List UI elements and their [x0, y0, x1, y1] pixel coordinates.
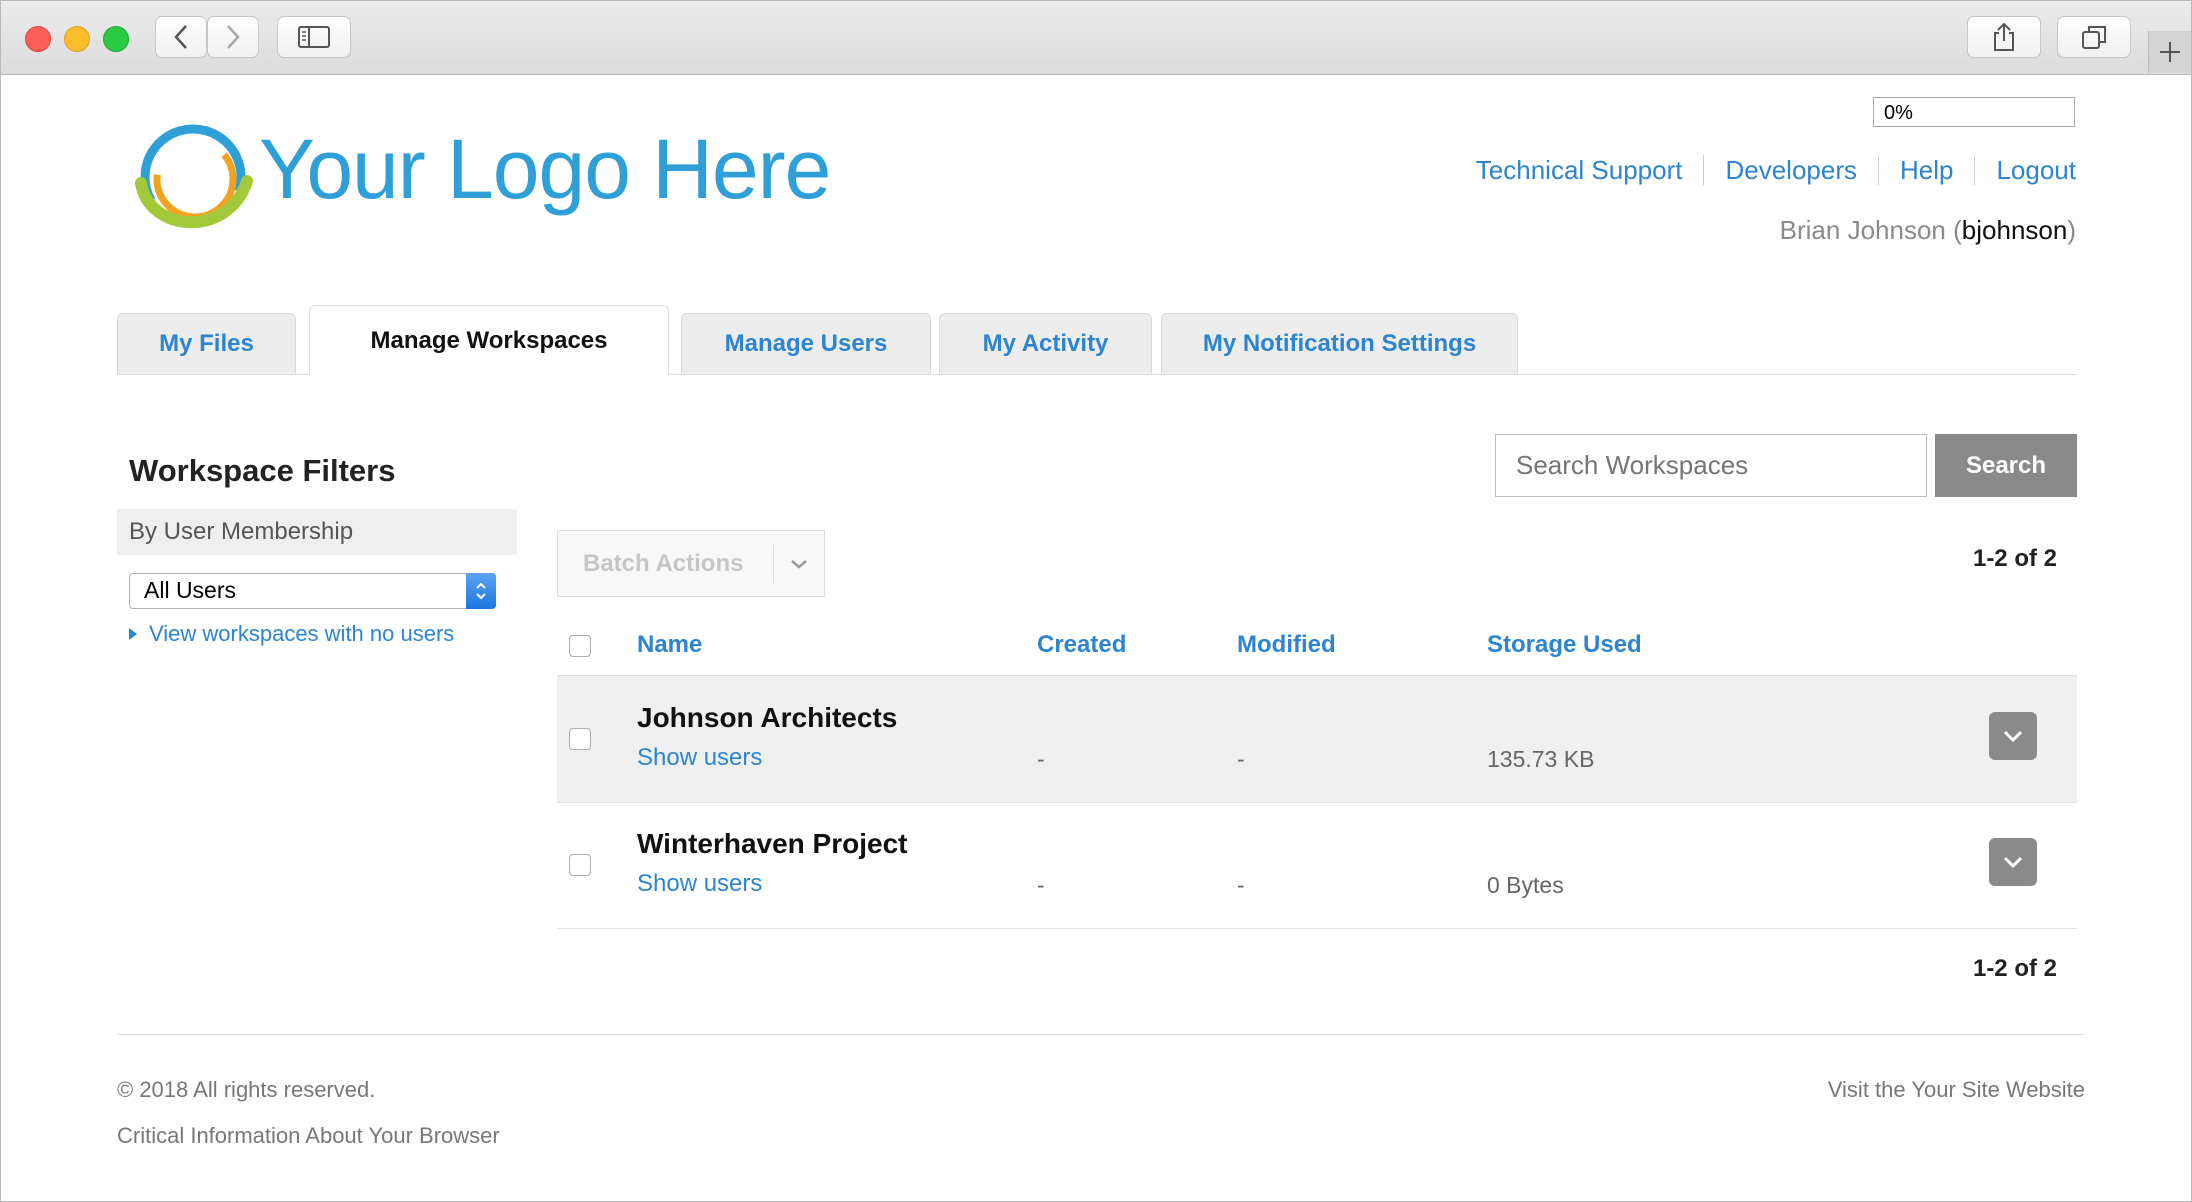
chevron-right-icon — [227, 25, 240, 49]
user-membership-select-value: All Users — [144, 577, 237, 603]
tab-my-files[interactable]: My Files — [117, 313, 296, 374]
search-button[interactable]: Search — [1935, 434, 2077, 497]
pagination-count-top: 1-2 of 2 — [1972, 545, 2057, 572]
page-content: Your Logo Here 0% Technical Support Deve… — [1, 75, 2191, 1201]
row-menu-button[interactable] — [1989, 712, 2037, 760]
select-all-checkbox[interactable] — [569, 635, 591, 657]
search-input[interactable] — [1495, 434, 1927, 497]
row-checkbox[interactable] — [569, 728, 591, 750]
view-workspaces-no-users-label: View workspaces with no users — [149, 621, 455, 646]
tabs-overview-button[interactable] — [2057, 16, 2131, 58]
modified-value: - — [1237, 746, 1245, 772]
batch-actions-dropdown[interactable]: Batch Actions — [557, 530, 825, 597]
logo-text: Your Logo Here — [259, 122, 831, 216]
user-login: bjohnson — [1961, 215, 2068, 245]
logo: Your Logo Here — [129, 113, 831, 243]
help-link[interactable]: Help — [1877, 155, 1974, 185]
tabs-icon — [2082, 26, 2106, 49]
critical-info-link[interactable]: Critical Information About Your Browser — [117, 1123, 500, 1149]
tab-manage-users[interactable]: Manage Users — [681, 313, 931, 374]
developers-link[interactable]: Developers — [1703, 155, 1878, 185]
workspace-name: Johnson Architects — [637, 702, 898, 733]
tab-manage-workspaces[interactable]: Manage Workspaces — [309, 305, 669, 375]
show-users-link[interactable]: Show users — [637, 744, 762, 772]
logo-swirl-icon — [135, 124, 253, 230]
row-menu-button[interactable] — [1989, 838, 2037, 886]
table-row: Winterhaven Project Show users - - 0 Byt… — [557, 802, 2077, 929]
plus-icon — [2160, 42, 2180, 62]
chevron-left-icon — [174, 25, 187, 49]
table-header: Name Created Modified Storage Used — [557, 615, 2077, 676]
progress-indicator: 0% — [1873, 97, 2075, 127]
chevron-down-icon — [2003, 856, 2023, 869]
new-tab-button[interactable] — [2148, 31, 2191, 73]
modified-value: - — [1237, 872, 1245, 898]
workspace-filters-title: Workspace Filters — [129, 453, 396, 488]
forward-button[interactable] — [207, 16, 259, 58]
header-links: Technical Support Developers Help Logout — [1455, 155, 2076, 185]
chevron-down-icon — [774, 557, 824, 571]
share-icon — [1994, 22, 2014, 51]
pagination-count-bottom: 1-2 of 2 — [1972, 955, 2057, 982]
column-header-modified[interactable]: Modified — [1237, 615, 1336, 675]
storage-value: 135.73 KB — [1487, 746, 1595, 772]
back-button[interactable] — [155, 16, 207, 58]
footer-divider — [117, 1034, 2085, 1035]
tab-my-notification-settings[interactable]: My Notification Settings — [1161, 313, 1518, 374]
created-value: - — [1037, 746, 1045, 772]
window-maximize-button[interactable] — [103, 26, 129, 52]
storage-value: 0 Bytes — [1487, 872, 1564, 898]
table-row: Johnson Architects Show users - - 135.73… — [557, 676, 2077, 803]
triangle-right-icon — [129, 628, 137, 640]
browser-window: Your Logo Here 0% Technical Support Deve… — [0, 0, 2192, 1202]
current-user: Brian Johnson (bjohnson) — [1779, 215, 2076, 245]
batch-actions-label: Batch Actions — [583, 549, 744, 577]
logout-link[interactable]: Logout — [1974, 155, 2076, 185]
membership-filter-label: By User Membership — [117, 509, 517, 555]
chevron-down-icon — [2003, 730, 2023, 743]
user-full-name: Brian Johnson — [1779, 215, 1946, 245]
column-header-created[interactable]: Created — [1037, 615, 1126, 675]
view-workspaces-no-users-link[interactable]: View workspaces with no users — [129, 621, 454, 647]
created-value: - — [1037, 872, 1045, 898]
technical-support-link[interactable]: Technical Support — [1455, 155, 1704, 185]
sidebar-icon — [298, 26, 330, 48]
window-close-button[interactable] — [25, 26, 51, 52]
column-header-storage[interactable]: Storage Used — [1487, 615, 1642, 675]
select-arrows-icon — [466, 573, 496, 609]
share-button[interactable] — [1967, 16, 2041, 58]
user-membership-select[interactable]: All Users — [129, 573, 496, 609]
column-header-name[interactable]: Name — [637, 615, 702, 675]
main-tabs: My Files Manage Workspaces Manage Users … — [117, 305, 2077, 375]
sidebar-toggle-button[interactable] — [277, 16, 351, 58]
tab-my-activity[interactable]: My Activity — [939, 313, 1152, 374]
show-users-link[interactable]: Show users — [637, 870, 762, 898]
copyright-text: © 2018 All rights reserved. — [117, 1077, 376, 1102]
row-checkbox[interactable] — [569, 854, 591, 876]
browser-toolbar — [1, 1, 2191, 75]
visit-site-link[interactable]: Visit the Your Site Website — [1828, 1077, 2085, 1103]
workspace-name: Winterhaven Project — [637, 828, 908, 859]
window-minimize-button[interactable] — [64, 26, 90, 52]
